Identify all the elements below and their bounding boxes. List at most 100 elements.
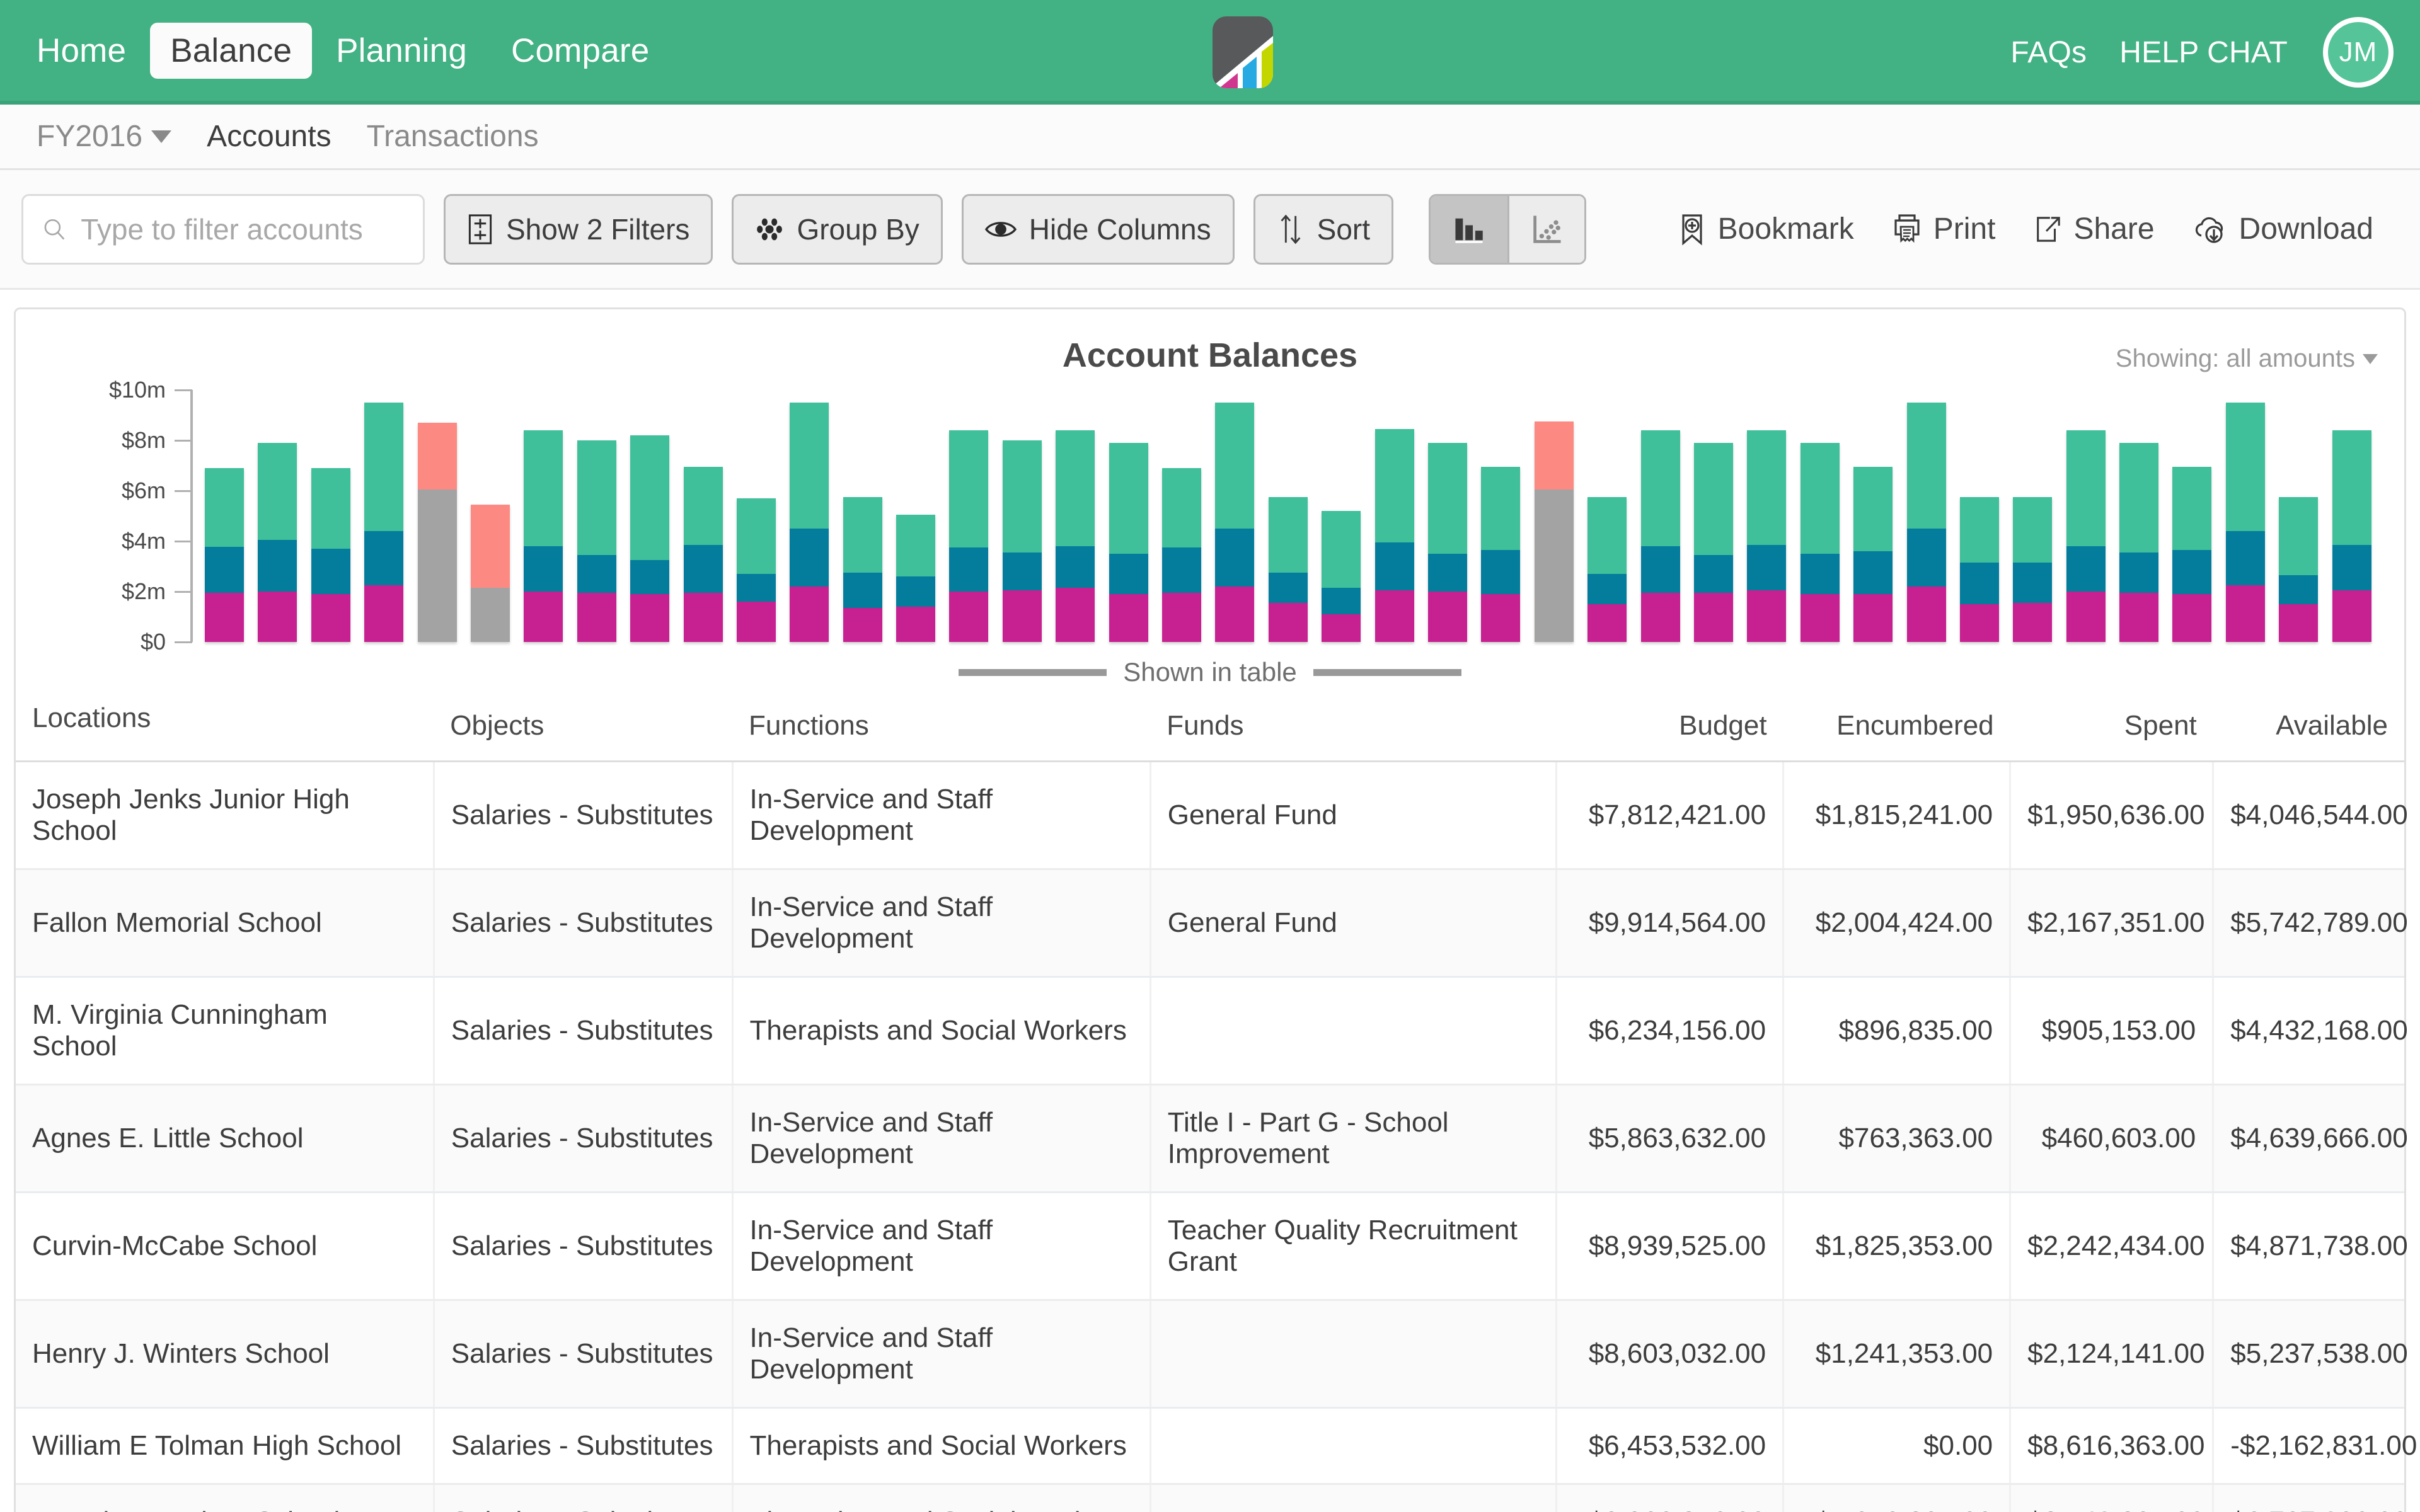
cell-spent: $2,148,305.00 xyxy=(2010,1484,2215,1512)
table-row[interactable]: Henry J. Winters School Salaries - Substi… xyxy=(16,1300,2408,1409)
chart-bar[interactable] xyxy=(1906,403,1946,642)
chart-bar[interactable] xyxy=(1747,430,1787,642)
column-header-objects[interactable]: Objects xyxy=(434,686,732,762)
share-icon xyxy=(2037,216,2061,242)
chart-bar[interactable] xyxy=(1640,430,1680,642)
column-header-locations[interactable]: Locations xyxy=(16,686,434,762)
subnav-item-transactions[interactable]: Transactions xyxy=(349,119,556,154)
chart-bar[interactable] xyxy=(1374,429,1414,642)
table-row[interactable]: M. Virginia Cunningham School Salaries - … xyxy=(16,976,2408,1085)
hide-columns-label: Hide Columns xyxy=(1028,212,1211,246)
chart-bar[interactable] xyxy=(524,430,563,642)
chart-bar[interactable] xyxy=(1162,468,1202,642)
chart-bar[interactable] xyxy=(470,505,510,642)
chart-bar-segment xyxy=(2279,575,2319,604)
chart-bar[interactable] xyxy=(1268,497,1308,642)
chart-bar-segment xyxy=(949,430,989,547)
chart-bar[interactable] xyxy=(2172,467,2212,642)
sort-button[interactable]: Sort xyxy=(1253,193,1394,265)
chart-bar[interactable] xyxy=(949,430,989,642)
subnav-item-accounts[interactable]: Accounts xyxy=(189,119,349,154)
chart-bar[interactable] xyxy=(896,515,936,642)
chart-bar[interactable] xyxy=(843,497,882,642)
chart-bar-segment xyxy=(258,443,297,540)
fiscal-year-selector[interactable]: FY2016 xyxy=(19,119,189,154)
chart-bar-segment xyxy=(1109,554,1148,594)
chart-bar[interactable] xyxy=(577,440,616,642)
chart-bar[interactable] xyxy=(790,403,829,642)
cell-available: $4,639,666.00 xyxy=(2213,1084,2408,1193)
chart-bar[interactable] xyxy=(1056,430,1095,642)
chart-bar[interactable] xyxy=(1693,443,1733,642)
chart-bar[interactable] xyxy=(417,423,457,642)
column-header-funds[interactable]: Funds xyxy=(1150,686,1557,762)
chart-bar[interactable] xyxy=(1800,443,1840,642)
cell-spent: $460,603.00 xyxy=(2010,1084,2215,1193)
chart-bar[interactable] xyxy=(2119,443,2159,642)
table-row[interactable]: Agnes E. Little School Salaries - Substit… xyxy=(16,1084,2408,1193)
chart-bar[interactable] xyxy=(630,435,670,642)
nav-item-home[interactable]: Home xyxy=(16,23,146,79)
chart-bar[interactable] xyxy=(311,468,350,642)
bookmark-button[interactable]: Bookmark xyxy=(1659,212,1873,246)
nav-item-compare[interactable]: Compare xyxy=(491,23,669,79)
column-header-encumbered[interactable]: Encumbered xyxy=(1783,686,2010,762)
nav-item-balance[interactable]: Balance xyxy=(150,22,313,79)
nav-item-help-chat[interactable]: HELP CHAT xyxy=(2103,29,2304,76)
column-header-spent[interactable]: Spent xyxy=(2010,686,2213,762)
chart-bar[interactable] xyxy=(2332,430,2371,642)
allovue-logo[interactable] xyxy=(1209,15,1277,89)
showing-amounts-selector[interactable]: Showing: all amounts xyxy=(2116,345,2378,373)
table-row[interactable]: Fallon Memorial School Salaries - Substit… xyxy=(16,869,2408,978)
chart-bar[interactable] xyxy=(2013,497,2053,642)
chart-bar[interactable] xyxy=(1853,467,1893,642)
chart-bar[interactable] xyxy=(2225,403,2265,642)
nav-item-planning[interactable]: Planning xyxy=(316,23,487,79)
chart-bar[interactable] xyxy=(205,468,244,642)
chart-bar-segment xyxy=(1640,593,1680,642)
download-label: Download xyxy=(2238,212,2373,246)
chart-bar[interactable] xyxy=(364,403,404,642)
hide-columns-button[interactable]: Hide Columns xyxy=(961,193,1235,265)
chart-bar[interactable] xyxy=(1322,511,1361,642)
chart-bar[interactable] xyxy=(258,443,297,642)
cell-available: $4,046,544.00 xyxy=(2213,761,2408,870)
chart-bar-segment xyxy=(683,467,723,545)
nav-item-faqs[interactable]: FAQs xyxy=(1994,29,2103,76)
search-box[interactable] xyxy=(21,193,425,265)
chart-bar[interactable] xyxy=(1215,403,1255,642)
table-row[interactable]: Curvin-McCabe School Salaries - Substitut… xyxy=(16,1192,2408,1301)
chart-bar[interactable] xyxy=(2066,430,2106,642)
column-header-available[interactable]: Available xyxy=(2213,686,2404,762)
download-button[interactable]: Download xyxy=(2174,212,2392,246)
search-input[interactable] xyxy=(81,212,404,246)
chart-bar-segment xyxy=(1215,587,1255,642)
column-header-budget[interactable]: Budget xyxy=(1556,686,1783,762)
chart-bar[interactable] xyxy=(1109,443,1148,642)
chart-bar[interactable] xyxy=(736,498,776,642)
chart-bar[interactable] xyxy=(1002,440,1042,642)
print-label: Print xyxy=(1933,212,1996,246)
chart-bar[interactable] xyxy=(1481,467,1521,642)
chart-bar[interactable] xyxy=(2279,497,2319,642)
table-row[interactable]: Joseph Jenks Junior High School Salaries … xyxy=(16,761,2408,870)
cell-fund xyxy=(1150,1484,1558,1512)
chart-bar[interactable] xyxy=(1587,497,1627,642)
chart-bar[interactable] xyxy=(1427,443,1467,642)
toolbar: Show 2 Filters Group By Hide Columns xyxy=(0,170,2420,290)
chart-bar[interactable] xyxy=(1959,497,1999,642)
bar-chart-view-button[interactable] xyxy=(1431,195,1508,263)
share-button[interactable]: Share xyxy=(2014,212,2173,246)
scatter-chart-view-button[interactable] xyxy=(1507,195,1585,263)
group-by-button[interactable]: Group By xyxy=(732,193,943,265)
table-row[interactable]: Francis J. Varieur SchoolSalaries - Subs… xyxy=(16,1484,2408,1512)
chart-bar-segment xyxy=(2119,593,2159,642)
print-button[interactable]: Print xyxy=(1873,212,2015,246)
chart-bar[interactable] xyxy=(1534,421,1574,642)
avatar[interactable]: JM xyxy=(2323,17,2394,88)
chart-bar[interactable] xyxy=(683,467,723,642)
cell-available: $5,742,789.00 xyxy=(2213,869,2408,978)
column-header-functions[interactable]: Functions xyxy=(732,686,1151,762)
show-filters-button[interactable]: Show 2 Filters xyxy=(444,193,713,265)
table-row[interactable]: William E Tolman High School Salaries - S… xyxy=(16,1407,2417,1485)
